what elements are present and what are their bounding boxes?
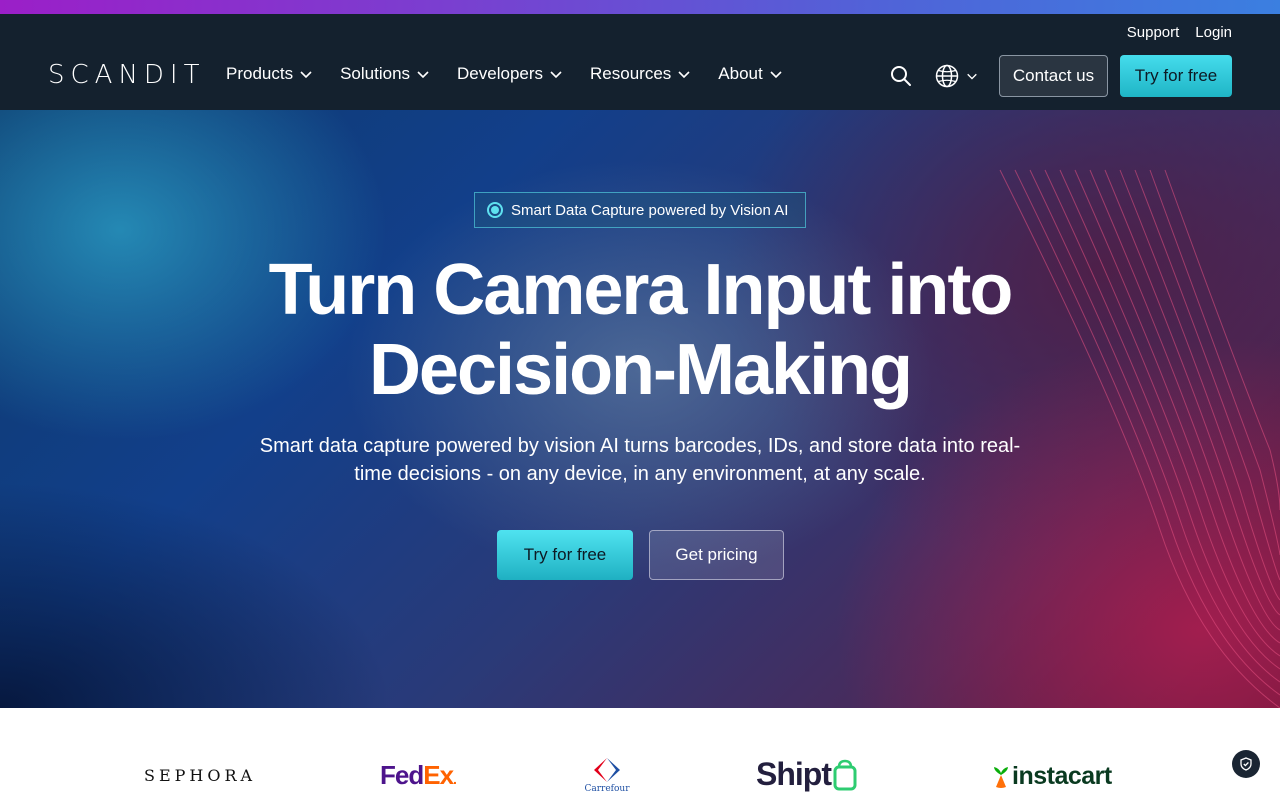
site-header: Support Login SCANDIT Products Solutions… (0, 14, 1280, 110)
nav-solutions[interactable]: Solutions (340, 64, 430, 84)
hero-subtitle-line1: Smart data capture powered by vision AI … (259, 435, 1021, 457)
instacart-text: instacart (1012, 762, 1112, 790)
nav-products[interactable]: Products (226, 64, 313, 84)
chevron-down-icon (300, 71, 312, 79)
carrot-icon (994, 766, 1008, 788)
badge-dot-icon (487, 202, 503, 218)
utility-links: Support Login (1127, 24, 1232, 41)
privacy-shield-button[interactable] (1232, 750, 1260, 778)
try-for-free-hero-button[interactable]: Try for free (497, 530, 633, 580)
customer-logos: SEPHORA FedEx. Carrefour Shipt instacart (0, 708, 1280, 800)
chevron-down-icon (417, 71, 429, 79)
hero-badge-text: Smart Data Capture powered by Vision AI (511, 201, 789, 219)
chevron-down-icon (550, 71, 562, 79)
hero-title: Turn Camera Input into Decision-Making (140, 250, 1140, 410)
nav-resources[interactable]: Resources (590, 64, 691, 84)
nav-about-label: About (718, 64, 763, 83)
shipt-logo: Shipt (756, 756, 857, 793)
fedex-fed: Fed (380, 760, 424, 790)
search-icon[interactable] (889, 64, 913, 88)
main-nav: Products Solutions Developers Resources … (226, 64, 783, 84)
hero-title-line2: Decision-Making (368, 330, 913, 410)
login-link[interactable]: Login (1195, 24, 1232, 41)
get-pricing-button[interactable]: Get pricing (649, 530, 784, 580)
carrefour-mark-icon (594, 758, 620, 782)
fedex-ex: Ex (423, 760, 454, 790)
fedex-logo: FedEx. (380, 760, 457, 790)
logo-text: SCANDIT (48, 60, 206, 90)
language-selector[interactable] (934, 63, 978, 89)
support-link[interactable]: Support (1127, 24, 1180, 41)
top-gradient-strip (0, 0, 1280, 14)
nav-products-label: Products (226, 64, 294, 83)
try-for-free-header-button[interactable]: Try for free (1120, 55, 1232, 97)
globe-icon (935, 64, 959, 88)
chevron-down-icon (678, 71, 690, 79)
hero-badge: Smart Data Capture powered by Vision AI (474, 192, 806, 228)
nav-solutions-label: Solutions (340, 64, 411, 83)
shipt-text: Shipt (756, 756, 832, 792)
nav-about[interactable]: About (718, 64, 782, 84)
shield-icon (1240, 757, 1252, 771)
sephora-logo: SEPHORA (144, 766, 257, 785)
nav-developers[interactable]: Developers (457, 64, 563, 84)
hero-section: Smart Data Capture powered by Vision AI … (0, 110, 1280, 708)
hero-subtitle-line2: time decisions - on any device, in any e… (354, 463, 926, 485)
chevron-down-icon (770, 71, 782, 79)
hero-subtitle: Smart data capture powered by vision AI … (240, 432, 1040, 488)
instacart-logo: instacart (992, 762, 1112, 791)
chevron-down-icon (967, 73, 977, 80)
contact-us-button[interactable]: Contact us (999, 55, 1108, 97)
nav-developers-label: Developers (457, 64, 544, 83)
nav-resources-label: Resources (590, 64, 672, 83)
shopping-bag-icon (833, 759, 857, 790)
hero-title-line1: Turn Camera Input into (268, 250, 1014, 330)
carrefour-logo: Carrefour (584, 756, 630, 800)
scandit-logo[interactable]: SCANDIT (48, 60, 205, 90)
carrefour-text: Carrefour (584, 784, 630, 794)
